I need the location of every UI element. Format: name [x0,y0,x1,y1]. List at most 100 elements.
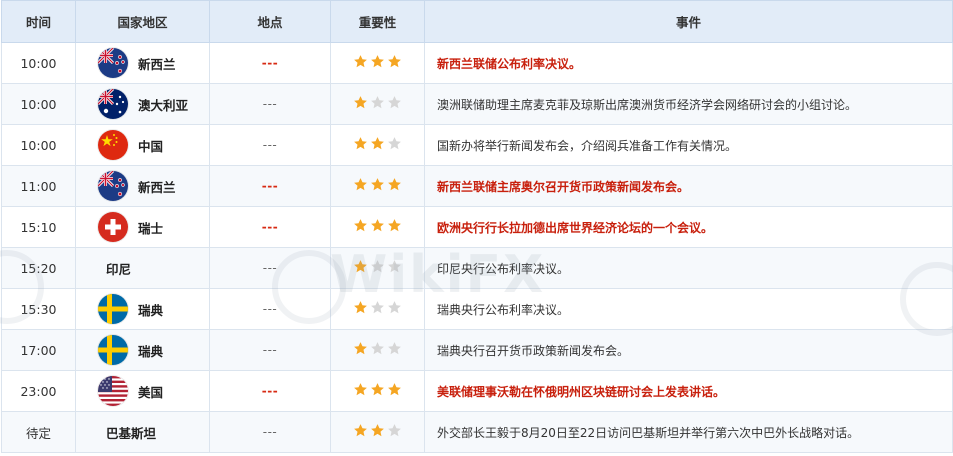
importance-stars [353,54,402,69]
star-icon [370,423,385,438]
header-place[interactable]: 地点 [209,0,331,43]
star-icon [370,300,385,315]
importance-cell [330,288,425,330]
star-icon [353,341,368,356]
star-icon [370,218,385,233]
place-cell: --- [209,411,331,453]
time-cell: 15:10 [1,206,76,248]
importance-stars [353,382,402,397]
importance-stars [353,423,402,438]
event-cell: 新西兰联储公布利率决议。 [424,42,953,84]
star-icon [353,95,368,110]
header-event[interactable]: 事件 [424,0,953,43]
place-cell: --- [209,83,331,125]
table-row[interactable]: 10:00 澳大利亚 --- 澳洲联储助理主席麦克菲及琼斯出席澳洲货币经济学会网络研讨… [1,83,953,125]
time-cell: 待定 [1,411,76,453]
importance-cell [330,165,425,207]
importance-cell [330,247,425,289]
au-flag-icon [98,89,128,119]
ch-flag-icon [98,212,128,242]
table-row[interactable]: 15:20 印尼 --- 印尼央行公布利率决议。 [1,247,953,289]
event-cell: 瑞典央行公布利率决议。 [424,288,953,330]
event-cell: 印尼央行公布利率决议。 [424,247,953,289]
table-row[interactable]: 11:00 新西兰 --- 新西兰联储主席奥尔召开货币政策新闻发布会。 [1,165,953,207]
star-icon [387,177,402,192]
star-icon [353,382,368,397]
star-icon [387,218,402,233]
event-cell: 欧洲央行行长拉加德出席世界经济论坛的一个会议。 [424,206,953,248]
importance-cell [330,206,425,248]
place-cell: --- [209,370,331,412]
event-cell: 瑞典央行召开货币政策新闻发布会。 [424,329,953,371]
header-country[interactable]: 国家地区 [75,0,210,43]
table-row[interactable]: 待定 巴基斯坦 --- 外交部长王毅于8月20日至22日访问巴基斯坦并举行第六次中巴外… [1,411,953,453]
table-row[interactable]: 10:00 新西兰 --- 新西兰联储公布利率决议。 [1,42,953,84]
country-name: 瑞典 [138,302,164,318]
nz-flag-icon [98,171,128,201]
se-flag-icon [98,335,128,365]
country-name: 中国 [138,138,164,154]
us-flag-icon [98,376,128,406]
importance-cell [330,370,425,412]
importance-cell [330,42,425,84]
nz-flag-icon [98,48,128,78]
importance-cell [330,411,425,453]
cn-flag-icon [98,130,128,160]
star-icon [370,54,385,69]
star-icon [387,341,402,356]
place-cell: --- [209,247,331,289]
country-cell: 瑞典 [75,288,210,330]
star-icon [353,177,368,192]
header-importance[interactable]: 重要性 [330,0,425,43]
star-icon [370,95,385,110]
table-row[interactable]: 10:00 中国 --- 国新办将举行新闻发布会，介绍阅兵准备工作有关情况。 [1,124,953,166]
country-cell: 新西兰 [75,42,210,84]
table-row[interactable]: 23:00 美国 --- 美联储理事沃勒在怀俄明州区块链研讨会上发表讲话。 [1,370,953,412]
star-icon [370,177,385,192]
table-row[interactable]: 17:00 瑞典 --- 瑞典央行召开货币政策新闻发布会。 [1,329,953,371]
star-icon [387,259,402,274]
importance-stars [353,259,402,274]
star-icon [387,300,402,315]
time-cell: 10:00 [1,124,76,166]
country-name: 瑞典 [138,343,164,359]
importance-stars [353,218,402,233]
economic-calendar-table: 时间 国家地区 地点 重要性 事件 10:00 新西兰 --- 新西兰联储公布利率决议… [1,0,953,453]
place-cell: --- [209,329,331,371]
event-cell: 美联储理事沃勒在怀俄明州区块链研讨会上发表讲话。 [424,370,953,412]
country-cell: 瑞典 [75,329,210,371]
event-cell: 澳洲联储助理主席麦克菲及琼斯出席澳洲货币经济学会网络研讨会的小组讨论。 [424,83,953,125]
importance-stars [353,136,402,151]
country-name: 印尼 [106,261,132,277]
importance-stars [353,177,402,192]
country-cell: 巴基斯坦 [75,411,210,453]
star-icon [370,341,385,356]
event-cell: 新西兰联储主席奥尔召开货币政策新闻发布会。 [424,165,953,207]
importance-cell [330,329,425,371]
table-body: 10:00 新西兰 --- 新西兰联储公布利率决议。 10:00 澳大利亚 --- 澳洲联储助… [1,42,953,453]
star-icon [353,423,368,438]
place-cell: --- [209,42,331,84]
se-flag-icon [98,294,128,324]
country-name: 澳大利亚 [138,97,189,113]
table-row[interactable]: 15:30 瑞典 --- 瑞典央行公布利率决议。 [1,288,953,330]
importance-stars [353,341,402,356]
place-cell: --- [209,206,331,248]
country-cell: 中国 [75,124,210,166]
place-cell: --- [209,165,331,207]
table-row[interactable]: 15:10 瑞士 --- 欧洲央行行长拉加德出席世界经济论坛的一个会议。 [1,206,953,248]
country-name: 美国 [138,384,164,400]
country-name: 新西兰 [138,56,176,72]
time-cell: 23:00 [1,370,76,412]
star-icon [353,300,368,315]
star-icon [370,382,385,397]
header-time[interactable]: 时间 [1,0,76,43]
star-icon [387,136,402,151]
event-cell: 外交部长王毅于8月20日至22日访问巴基斯坦并举行第六次中巴外长战略对话。 [424,411,953,453]
time-cell: 11:00 [1,165,76,207]
importance-cell [330,124,425,166]
country-name: 巴基斯坦 [106,425,157,441]
importance-stars [353,95,402,110]
star-icon [387,95,402,110]
star-icon [387,423,402,438]
